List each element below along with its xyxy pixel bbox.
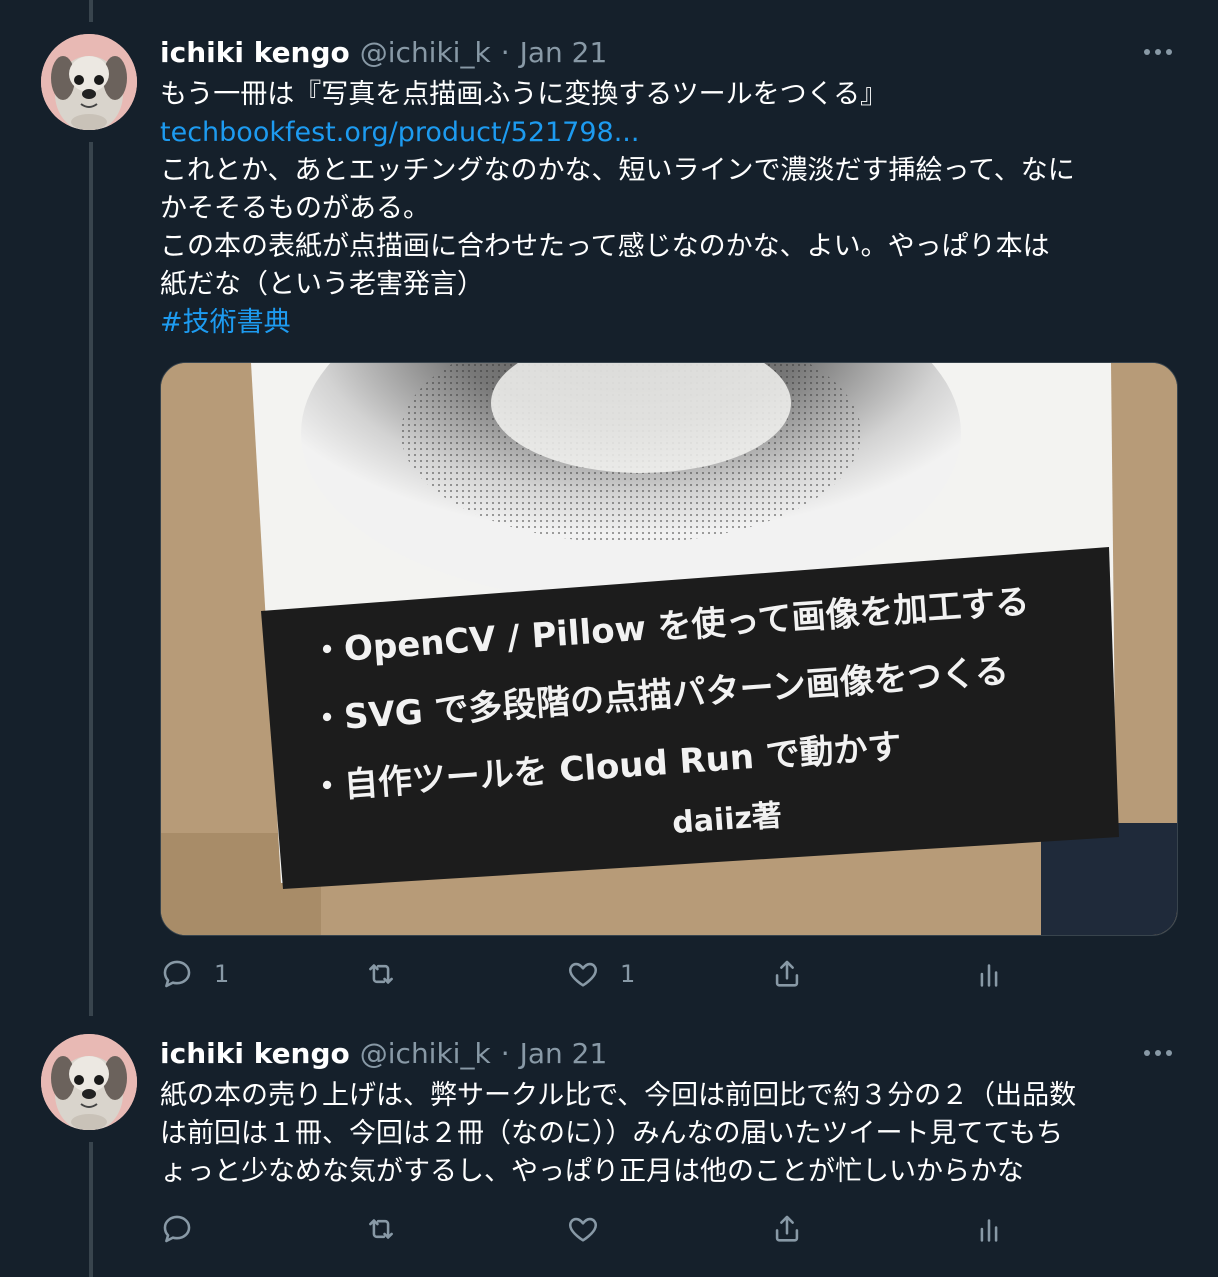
tweet-actions: 1 1: [160, 954, 1180, 994]
more-options-button[interactable]: [1138, 32, 1178, 72]
analytics-button[interactable]: [972, 954, 1006, 994]
tweet-actions: [160, 1209, 1180, 1249]
more-options-button[interactable]: [1138, 1033, 1178, 1073]
tweet-text-line: この本の表紙が点描画に合わせたって感じなのかな、よい。やっぱり本は: [160, 231, 1050, 262]
like-button[interactable]: [566, 1209, 620, 1249]
thread-line-bottom: [89, 1142, 93, 1277]
tweet-link[interactable]: techbookfest.org/product/521798...: [160, 114, 1190, 152]
author-handle[interactable]: @ichiki_k: [360, 1037, 491, 1070]
separator-dot: ·: [500, 35, 510, 69]
like-button[interactable]: 1: [566, 954, 635, 994]
analytics-icon: [980, 964, 998, 987]
retweet-icon: [369, 964, 393, 984]
book-cover-photo: ・OpenCV / Pillow を使って画像を加工する ・SVG で多段階の点…: [161, 363, 1177, 935]
author-name[interactable]: ichiki kengo: [160, 1037, 350, 1070]
separator-dot: ·: [500, 1036, 510, 1070]
reply-button[interactable]: [160, 1209, 214, 1249]
retweet-button[interactable]: [364, 954, 418, 994]
avatar[interactable]: [41, 34, 137, 130]
tweet-text-line: ょっと少なめな気がするし、やっぱり正月は他のことが忙しいからかな: [160, 1156, 1024, 1187]
avatar[interactable]: [41, 1034, 137, 1130]
retweet-button[interactable]: [364, 1209, 418, 1249]
thread-line-top: [89, 0, 93, 22]
tweet-header: ichiki kengo @ichiki_k · Jan 21: [160, 32, 607, 72]
like-count: 1: [620, 960, 636, 988]
reply-icon: [163, 1215, 191, 1243]
analytics-icon: [980, 1219, 998, 1242]
more-dots-icon: [1144, 1050, 1172, 1056]
thread-line: [89, 142, 93, 1016]
tweet-text-line: は前回は１冊、今回は２冊（なのに））みんなの届いたツイート見ててもち: [160, 1118, 1064, 1149]
tweet-text-line: 紙の本の売り上げは、弊サークル比で、今回は前回比で約３分の２（出品数: [160, 1080, 1077, 1111]
reply-button[interactable]: 1: [160, 954, 229, 994]
dog-avatar-image: [41, 1034, 137, 1130]
tweet-text: もう一冊は『写真を点描画ふうに変換するツールをつくる』 techbookfest…: [160, 76, 1190, 342]
more-dots-icon: [1144, 49, 1172, 55]
author-handle[interactable]: @ichiki_k: [360, 36, 491, 69]
tweet-text: 紙の本の売り上げは、弊サークル比で、今回は前回比で約３分の２（出品数 は前回は１…: [160, 1077, 1190, 1191]
share-button[interactable]: [770, 1209, 804, 1249]
share-icon: [775, 960, 799, 987]
tweet-text-line: これとか、あとエッチングなのかな、短いラインで濃淡だす挿絵って、なに: [160, 155, 1075, 186]
author-name[interactable]: ichiki kengo: [160, 36, 350, 69]
share-button[interactable]: [770, 954, 804, 994]
tweet-date[interactable]: Jan 21: [520, 36, 608, 69]
reply-count: 1: [214, 960, 230, 988]
tweet-date[interactable]: Jan 21: [520, 1037, 608, 1070]
tweet-text-line: 紙だな（という老害発言）: [160, 269, 484, 300]
heart-icon: [569, 1217, 597, 1242]
reply-icon: [163, 960, 191, 988]
dog-avatar-image: [41, 34, 137, 130]
hashtag-link[interactable]: #技術書典: [160, 304, 1190, 342]
tweet-text-line: もう一冊は『写真を点描画ふうに変換するツールをつくる』: [160, 79, 888, 110]
retweet-icon: [369, 1219, 393, 1239]
tweet-text-line: かそそるものがある。: [160, 193, 430, 224]
tweet-header: ichiki kengo @ichiki_k · Jan 21: [160, 1033, 607, 1073]
share-icon: [775, 1215, 799, 1242]
heart-icon: [569, 962, 597, 987]
analytics-button[interactable]: [972, 1209, 1006, 1249]
tweet-media-photo[interactable]: ・OpenCV / Pillow を使って画像を加工する ・SVG で多段階の点…: [160, 362, 1178, 936]
